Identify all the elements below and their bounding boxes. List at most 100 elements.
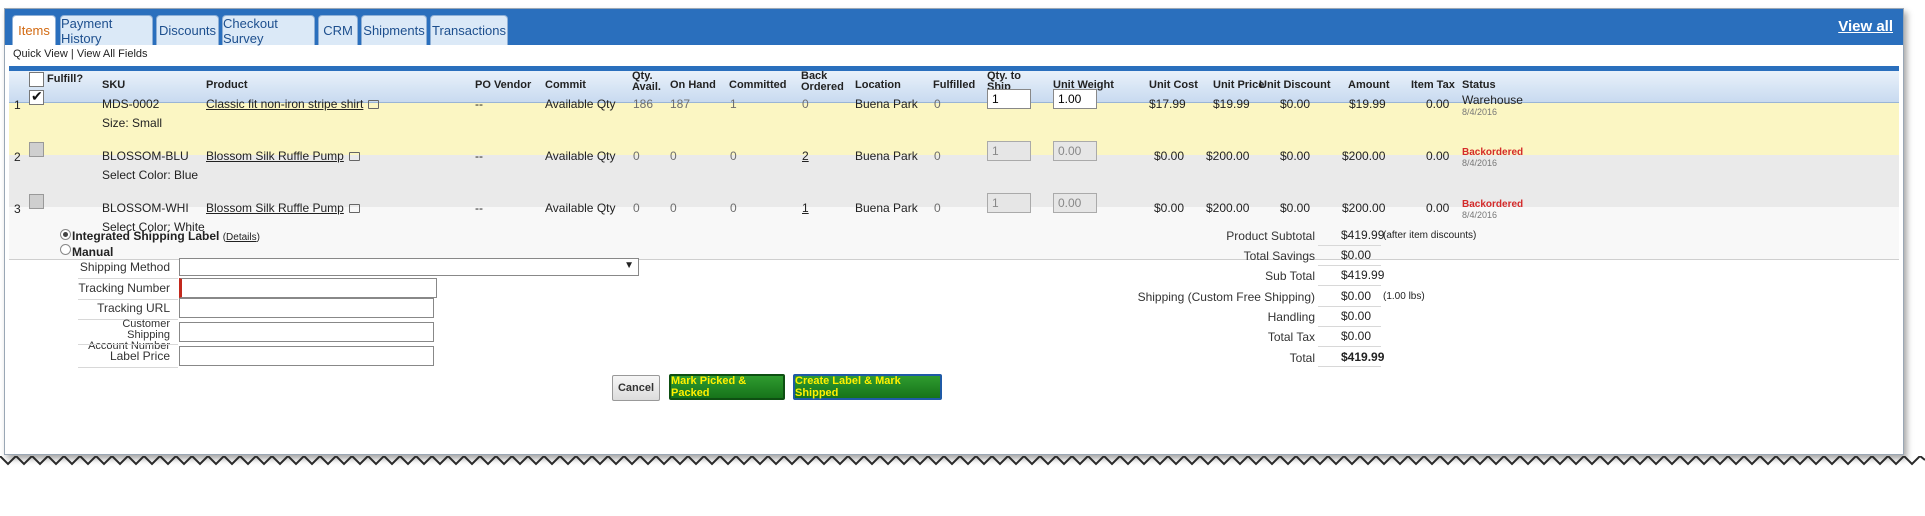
col-sku: SKU [102,79,126,91]
order-items-panel: Items Payment History Discounts Checkout… [4,8,1904,455]
sku: BLOSSOM-BLU [102,149,189,163]
comment-icon[interactable] [368,100,380,110]
label-price-input[interactable] [179,346,434,366]
unit-weight-input [1053,141,1097,161]
po-vendor: -- [475,201,483,215]
amount: $19.99 [1349,97,1386,111]
customer-account-input[interactable] [179,322,434,342]
divider [1318,346,1381,347]
tracking-number-input[interactable] [179,278,437,298]
unit-cost: $17.99 [1149,97,1186,111]
col-fulfill: Fulfill? [47,73,84,85]
option-value: Blue [174,168,199,182]
location: Buena Park [855,97,918,111]
view-mode-separator: | [67,48,77,60]
divider [78,299,178,300]
fulfill-checkbox[interactable] [29,194,44,209]
total-tax-label: Total Tax [1267,330,1315,344]
status-date: 8/4/2016 [1462,210,1498,220]
tab-checkout-survey[interactable]: Checkout Survey [222,15,315,46]
tab-items[interactable]: Items [12,15,56,45]
unit-weight-input[interactable] [1053,89,1097,109]
tab-discounts[interactable]: Discounts [156,15,219,45]
fulfill-checkbox[interactable] [29,142,44,157]
tab-payment-history[interactable]: Payment History [60,15,153,46]
divider [1318,366,1381,367]
divider [78,367,178,368]
divider [1318,245,1381,246]
details-link[interactable]: Details [226,232,257,243]
status-text: Warehouse [1462,93,1523,107]
fulfill-checkbox[interactable]: ✔ [29,88,44,105]
cancel-button[interactable]: Cancel [612,375,660,401]
integrated-shipping-label: Integrated Shipping Label [72,229,220,243]
manual-shipping-radio[interactable] [60,244,71,255]
row-number: 1 [14,98,21,112]
col-amount: Amount [1348,79,1390,91]
view-mode-links: Quick View | View All Fields [13,48,148,60]
table-row: 3 BLOSSOM-WHI Select Color: White Blosso… [9,193,1899,260]
col-on-hand: On Hand [670,79,716,91]
col-location: Location [855,79,901,91]
product-link[interactable]: Classic fit non-iron stripe shirt [206,97,363,111]
shipping-label: Shipping (Custom Free Shipping) [1137,290,1315,304]
mark-picked-packed-button[interactable]: Mark Picked & Packed [669,374,785,400]
status-text: Backordered [1462,199,1524,210]
divider [78,278,178,279]
sku: MDS-0002 [102,97,160,111]
product-link[interactable]: Blossom Silk Ruffle Pump [206,201,344,215]
product-cell: Blossom Silk Ruffle Pump [206,201,360,215]
tracking-url-input[interactable] [179,298,434,318]
total-savings-label: Total Savings [1243,249,1315,263]
create-label-mark-shipped-button[interactable]: Create Label & Mark Shipped [793,374,942,400]
shipping-method-select[interactable]: ▼ [179,258,639,276]
product-subtotal: $419.99 [1341,228,1385,242]
qty-to-ship-input[interactable] [987,89,1031,109]
status-cell: Backordered 8/4/2016 [1462,199,1524,221]
item-tax: 0.00 [1426,201,1450,215]
fulfilled: 0 [934,201,941,215]
product-link[interactable]: Blossom Silk Ruffle Pump [206,149,344,163]
po-vendor: -- [475,149,483,163]
col-product: Product [206,79,248,91]
unit-discount: $0.00 [1280,149,1311,163]
unit-discount: $0.00 [1280,97,1311,111]
col-committed: Committed [729,79,787,91]
shipping-amount: $0.00 [1341,289,1372,303]
view-all-link[interactable]: View all [1838,18,1893,35]
col-item-tax: Item Tax [1411,79,1455,91]
back-ordered-link[interactable]: 1 [802,201,809,215]
total: $419.99 [1341,350,1385,364]
quick-view-link[interactable]: Quick View [13,48,68,60]
total-savings: $0.00 [1341,248,1372,262]
sub-total: $419.99 [1341,268,1385,282]
comment-icon[interactable] [348,152,360,162]
comment-icon[interactable] [348,204,360,214]
tracking-url-label: Tracking URL [97,301,170,315]
divider [1318,265,1381,266]
col-fulfilled: Fulfilled [933,79,976,91]
commit: Available Qty [545,201,616,215]
committed: 0 [730,149,737,163]
option-label: Size: [102,116,129,130]
back-ordered-link[interactable]: 2 [802,149,809,163]
unit-price: $200.00 [1206,149,1250,163]
tab-transactions[interactable]: Transactions [430,15,508,45]
shipping-method-label: Shipping Method [79,260,170,274]
tab-crm[interactable]: CRM [318,15,358,45]
divider [1318,285,1381,286]
integrated-shipping-radio[interactable] [60,229,71,240]
select-all-checkbox[interactable] [29,72,44,87]
committed: 0 [730,201,737,215]
col-back-ordered: Back Ordered [801,70,844,93]
option-value: Small [132,116,163,130]
total-tax: $0.00 [1341,329,1372,343]
customer-account-label-line1: Customer Shipping [122,318,170,341]
qty-to-ship-input [987,193,1031,213]
tab-shipments[interactable]: Shipments [361,15,427,45]
location: Buena Park [855,201,918,215]
view-all-fields-link[interactable]: View All Fields [77,48,148,60]
checkmark-icon: ✔ [31,88,43,104]
product-subtotal-note: (after item discounts) [1383,230,1477,241]
unit-price: $200.00 [1206,201,1250,215]
